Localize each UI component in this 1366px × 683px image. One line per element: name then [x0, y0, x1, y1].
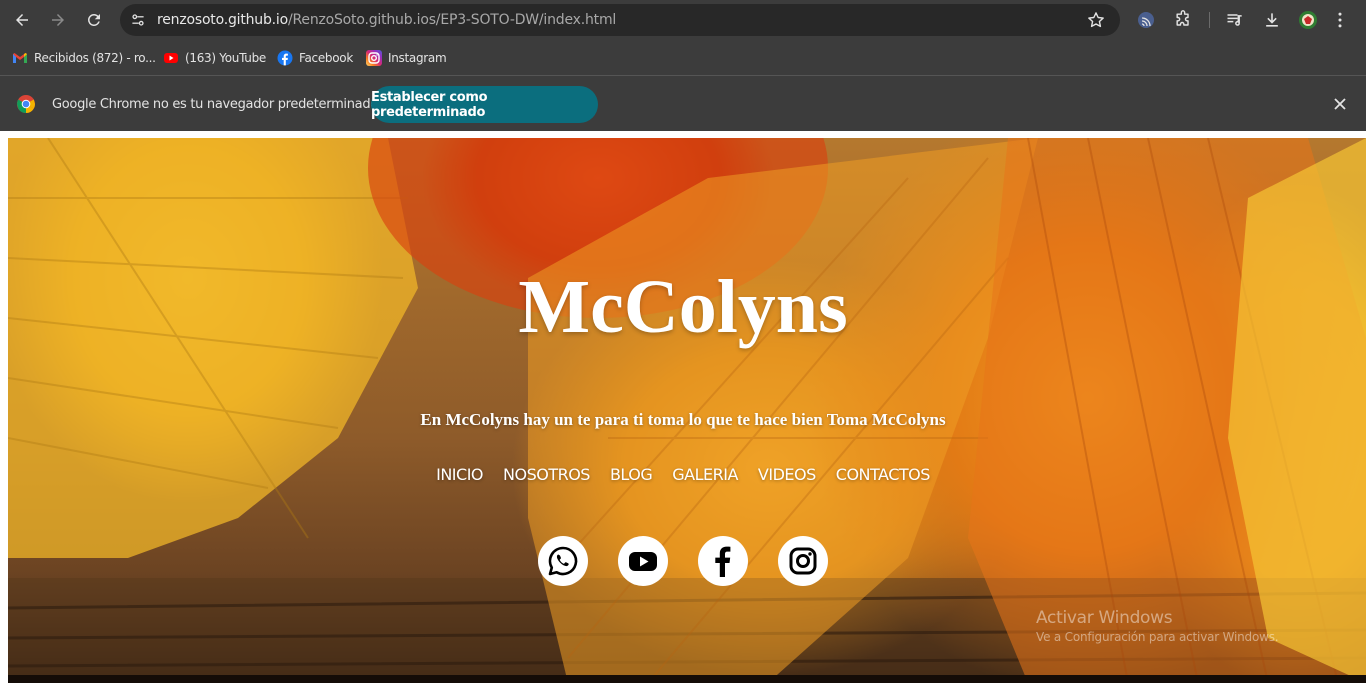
bookmark-facebook[interactable]: Facebook [277, 49, 353, 67]
bookmark-label: (163) YouTube [185, 51, 266, 65]
youtube-icon [163, 50, 179, 66]
arrow-right-icon [52, 14, 64, 26]
watermark-subtitle: Ve a Configuración para activar Windows. [1036, 630, 1279, 644]
bookmark-label: Instagram [388, 51, 447, 65]
bookmark-youtube[interactable]: (163) YouTube [163, 49, 266, 67]
bookmark-star-icon[interactable] [1086, 10, 1106, 30]
facebook-icon [277, 50, 293, 66]
whatsapp-icon [548, 546, 578, 576]
social-links [8, 536, 1358, 586]
nav-link-inicio[interactable]: INICIO [436, 465, 483, 484]
nav-link-galeria[interactable]: GALERIA [672, 465, 738, 484]
youtube-link[interactable] [618, 536, 668, 586]
reload-icon [87, 13, 100, 26]
instagram-icon [789, 547, 817, 575]
nav-link-nosotros[interactable]: NOSOTROS [503, 465, 590, 484]
extensions-puzzle-icon[interactable] [1171, 8, 1195, 32]
set-default-button[interactable]: Establecer como predeterminado [371, 86, 598, 123]
instagram-link[interactable] [778, 536, 828, 586]
hero-section: McColyns En McColyns hay un te para ti t… [8, 138, 1366, 683]
facebook-icon [715, 546, 731, 577]
youtube-icon [629, 552, 657, 571]
close-icon[interactable] [1330, 94, 1350, 114]
hero-bottom-edge [8, 675, 1366, 683]
main-nav: INICIO NOSOTROS BLOG GALERIA VIDEOS CONT… [8, 465, 1358, 484]
profile-avatar-icon[interactable] [1296, 8, 1320, 32]
site-tagline: En McColyns hay un te para ti toma lo qu… [420, 410, 946, 429]
url-path: /RenzoSoto.github.ios/EP3-SOTO-DW/index.… [287, 12, 617, 28]
url-text[interactable]: renzosoto.github.io/RenzoSoto.github.ios… [157, 12, 616, 28]
nav-link-blog[interactable]: BLOG [610, 465, 653, 484]
gmail-icon [12, 50, 28, 66]
site-info-icon[interactable] [128, 10, 148, 30]
chrome-menu-icon[interactable] [1328, 8, 1352, 32]
site-title: McColyns [518, 265, 848, 349]
watermark-title: Activar Windows [1036, 608, 1173, 628]
browser-toolbar: renzosoto.github.io/RenzoSoto.github.ios… [0, 0, 1366, 40]
windows-activation-watermark: Activar Windows Ve a Configuración para … [1036, 608, 1279, 644]
download-icon[interactable] [1260, 8, 1284, 32]
instagram-icon [366, 50, 382, 66]
bookmarks-bar: Recibidos (872) - ro... (163) YouTube Fa… [0, 40, 1366, 76]
bookmark-label: Facebook [299, 51, 353, 65]
reading-list-icon[interactable] [1223, 8, 1247, 32]
extension-cast-icon[interactable] [1134, 8, 1158, 32]
url-host: renzosoto.github.io [157, 12, 288, 28]
nav-link-contactos[interactable]: CONTACTOS [836, 465, 931, 484]
infobar-message: Google Chrome no es tu navegador predete… [52, 97, 378, 112]
forward-button[interactable] [44, 6, 72, 34]
address-bar[interactable]: renzosoto.github.io/RenzoSoto.github.ios… [120, 4, 1120, 36]
arrow-left-icon [16, 14, 28, 26]
facebook-link[interactable] [698, 536, 748, 586]
toolbar-divider [1209, 12, 1210, 28]
bookmark-instagram[interactable]: Instagram [366, 49, 447, 67]
default-browser-infobar: Google Chrome no es tu navegador predete… [0, 77, 1366, 131]
whatsapp-link[interactable] [538, 536, 588, 586]
chrome-logo-icon [16, 95, 36, 113]
reload-button[interactable] [80, 6, 108, 34]
bookmark-gmail[interactable]: Recibidos (872) - ro... [12, 49, 156, 67]
bookmark-label: Recibidos (872) - ro... [34, 51, 156, 65]
back-button[interactable] [8, 6, 36, 34]
nav-link-videos[interactable]: VIDEOS [758, 465, 816, 484]
